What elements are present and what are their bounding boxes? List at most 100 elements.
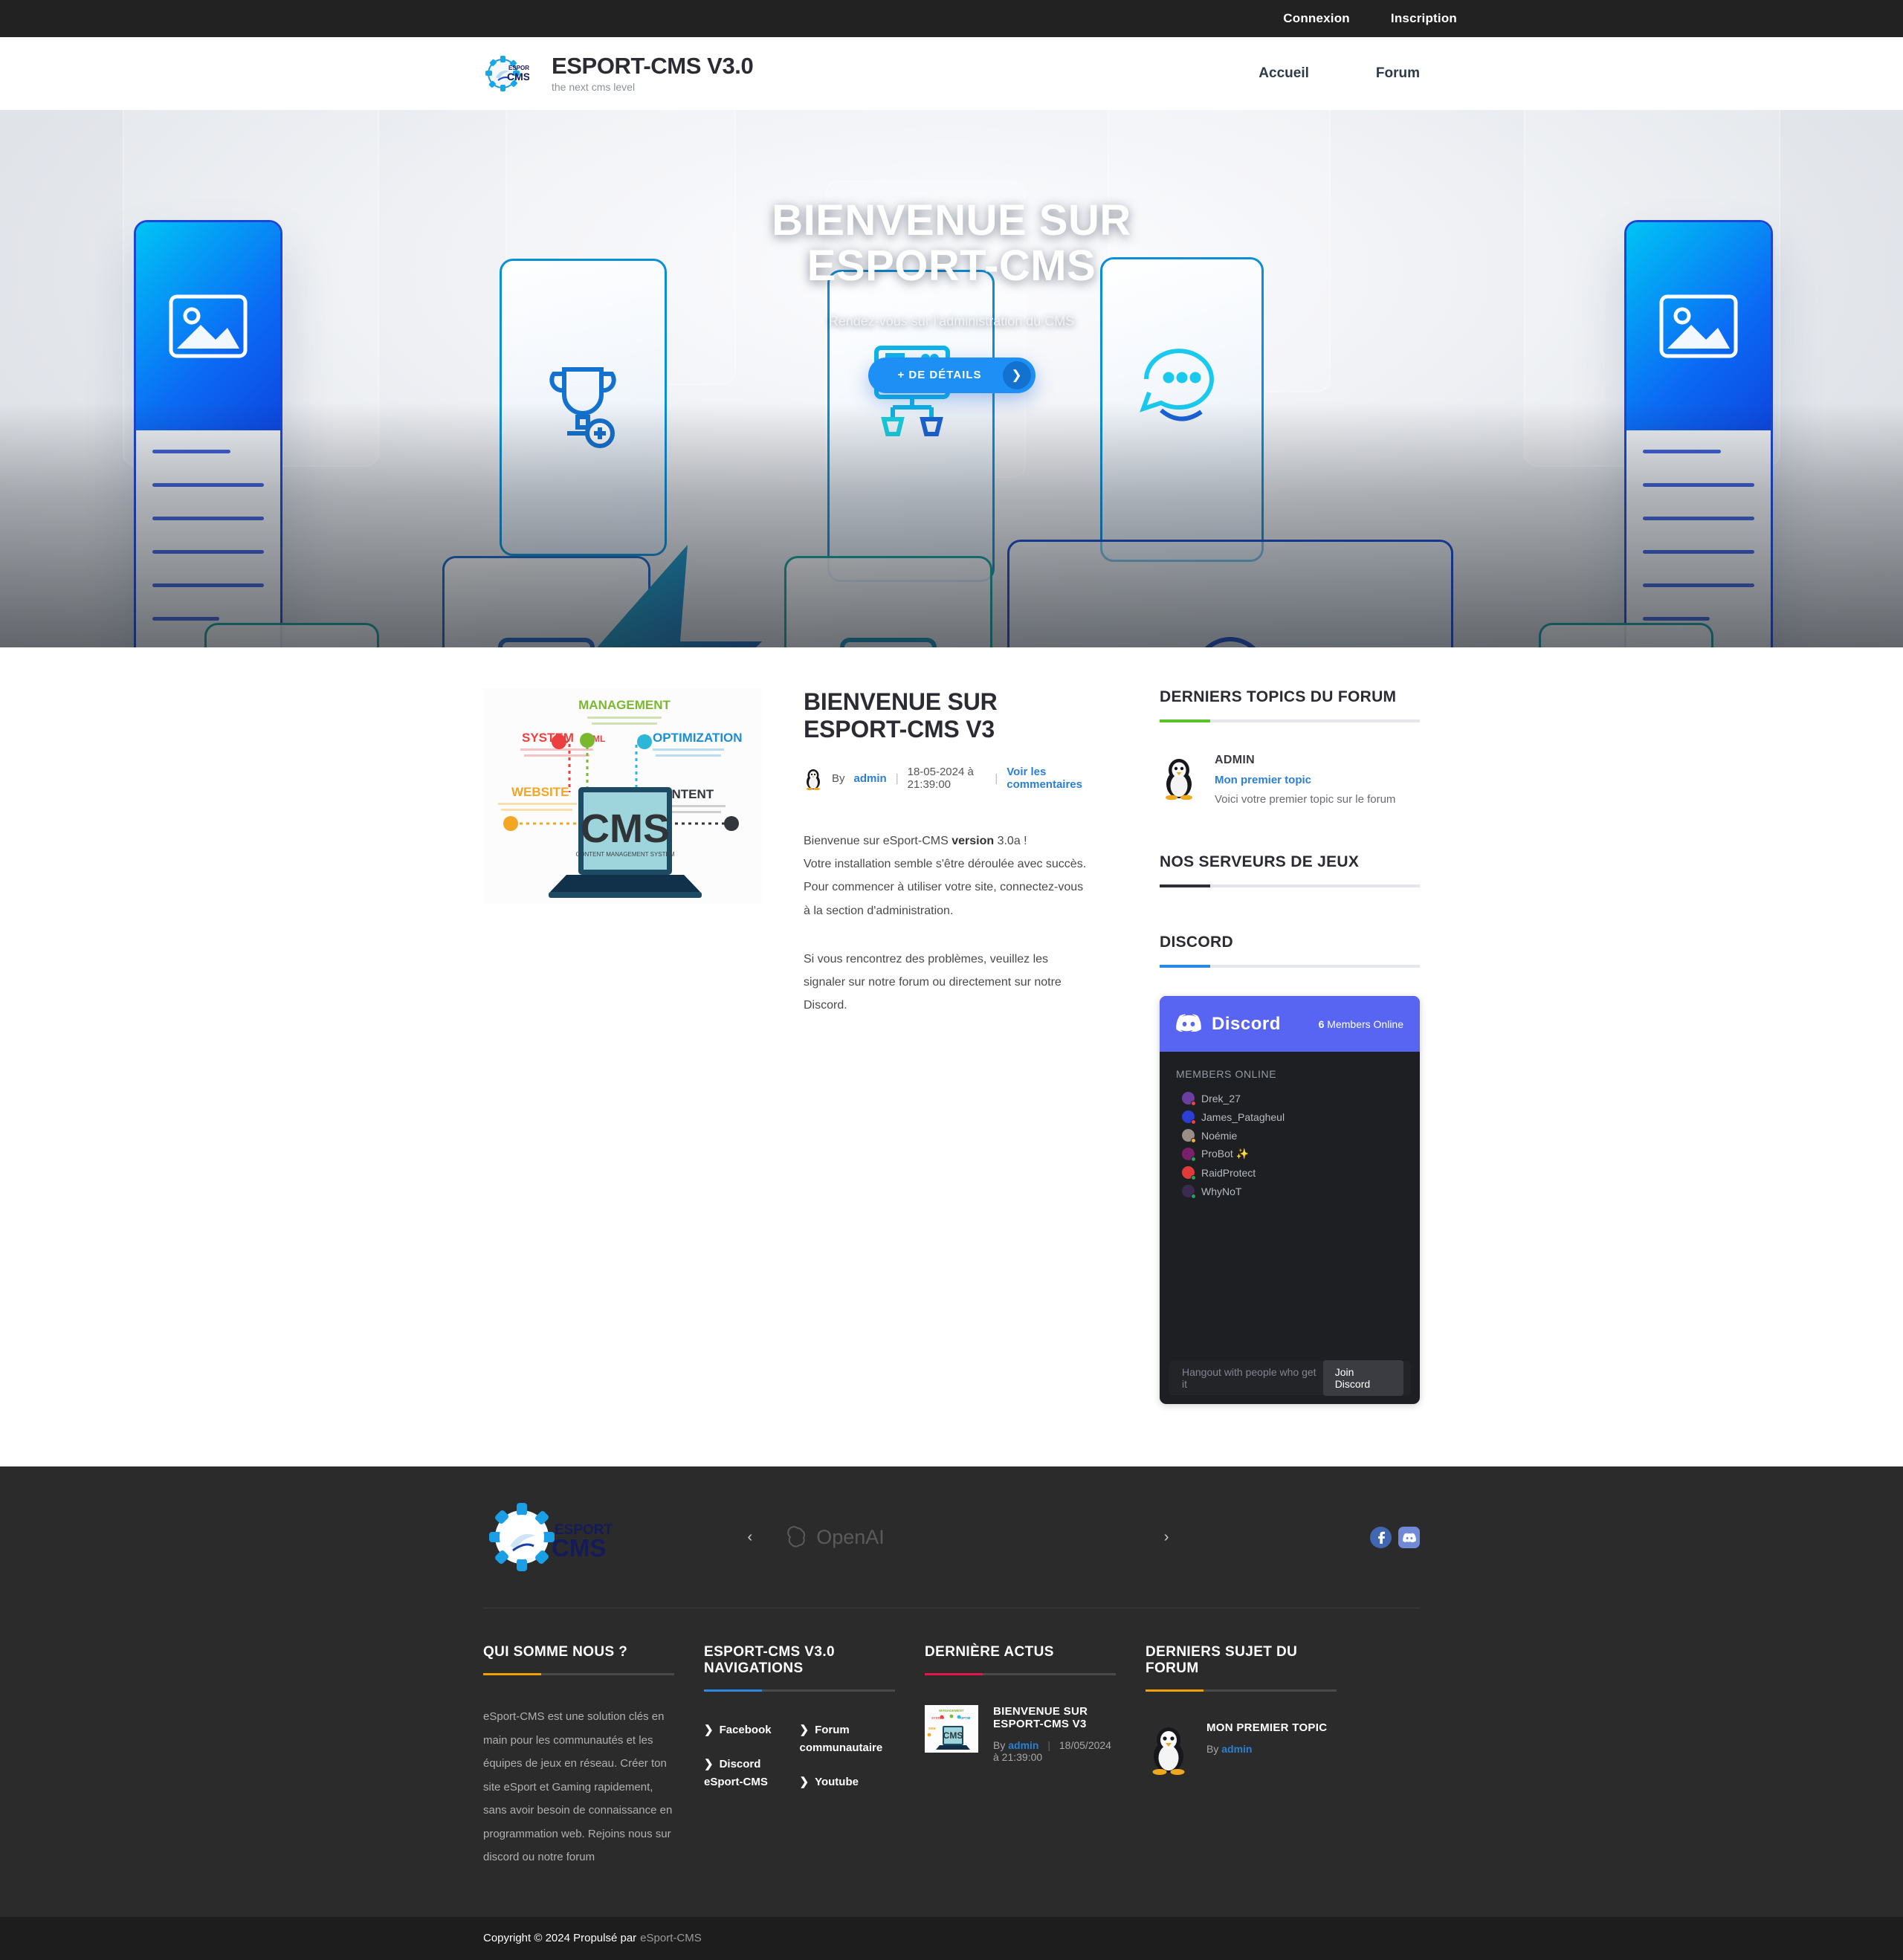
login-link[interactable]: Connexion (1283, 11, 1350, 26)
hero-details-button[interactable]: + DE DÉTAILS ❯ (868, 357, 1035, 393)
hero-details-label: + DE DÉTAILS (897, 369, 982, 382)
main-content: MANAGEMENT SYSTEM HTML OPTIMIZATION WEBS… (0, 647, 1903, 1466)
list-item[interactable]: RaidProtect (1176, 1163, 1403, 1182)
members-online-heading: MEMBERS ONLINE (1176, 1068, 1277, 1080)
topic-link[interactable]: Mon premier topic (1215, 774, 1395, 786)
brand[interactable]: ESPORT CMS ESPORT-CMS V3.0 the next cms … (483, 51, 754, 97)
discord-members-list: MEMBERS ONLINE Drek_27 James_Patagheul N… (1160, 1052, 1420, 1349)
by-label: By (832, 772, 845, 785)
discord-icon[interactable] (1398, 1526, 1420, 1548)
footer-link-label: Facebook (719, 1724, 772, 1736)
widget-game-servers: NOS SERVEURS DE JEUX (1160, 853, 1420, 923)
by-label: By (993, 1739, 1006, 1751)
member-name: James_Patagheul (1201, 1110, 1285, 1123)
hero-subtitle: Rendez-vous sur l'administration du CMS (828, 313, 1075, 329)
author-link[interactable]: admin (1008, 1739, 1038, 1751)
site-footer: ESPORT CMS ‹ OpenAI › QUI SOMME NOUS ? e… (0, 1466, 1903, 1917)
tagline: the next cms level (552, 81, 636, 94)
topic-author: ADMIN (1215, 754, 1255, 766)
footer-about-text: eSport-CMS est une solution clés en main… (483, 1710, 673, 1863)
list-item[interactable]: Drek_27 (1176, 1089, 1403, 1107)
footer-col-topics: DERNIERS SUJET DU FORUM MON PREMIER TOPI… (1146, 1644, 1366, 1869)
hero-carousel[interactable]: VS BIENVENUE SUR ESPORT-CMS Rendez-vous … (0, 110, 1903, 647)
sidebar: DERNIERS TOPICS DU FORUM ADMIN Mon premi… (1160, 688, 1420, 1414)
article-card: MANAGEMENT SYSTEM HTML OPTIMIZATION WEBS… (483, 688, 1089, 1017)
by-label: By (1206, 1743, 1219, 1755)
footer-link-forum[interactable]: ❯ Forum communautaire (800, 1721, 896, 1757)
news-column: MANAGEMENT SYSTEM HTML OPTIMIZATION WEBS… (483, 688, 1089, 1414)
discord-widget[interactable]: Discord 6 Members Online MEMBERS ONLINE … (1160, 996, 1420, 1404)
footer-link-facebook[interactable]: ❯ Facebook (704, 1721, 800, 1739)
copyright-link[interactable]: eSport-CMS (640, 1932, 702, 1944)
author-link[interactable]: admin (854, 772, 887, 785)
accent-bar-blue (1160, 965, 1210, 968)
topic-row[interactable]: ADMIN Mon premier topic Voici votre prem… (1160, 754, 1420, 806)
social-links (1370, 1526, 1420, 1548)
member-name: Noémie (1201, 1129, 1238, 1142)
chevron-right-icon: ❯ (704, 1724, 714, 1736)
list-item[interactable]: Noémie (1176, 1126, 1403, 1145)
article-p2: Votre installation semble s'être déroulé… (804, 858, 1087, 871)
member-avatar (1182, 1148, 1196, 1162)
footer-link-youtube[interactable]: ❯ Youtube (800, 1773, 896, 1791)
footer-link-discord[interactable]: ❯ Discord eSport-CMS (704, 1756, 800, 1791)
article-p3: Pour commencer à utiliser votre site, co… (804, 881, 1084, 917)
svg-text:MANAGEMENT: MANAGEMENT (939, 1709, 964, 1712)
article-body: Bienvenue sur eSport-CMS version 3.0a ! … (804, 829, 1089, 1017)
esport-cms-logo-icon: ESPORT CMS (483, 51, 533, 97)
hangout-text: Hangout with people who get it (1182, 1366, 1316, 1390)
footer-top: ESPORT CMS ‹ OpenAI › (483, 1466, 1420, 1608)
register-link[interactable]: Inscription (1391, 11, 1457, 26)
online-count-value: 6 (1318, 1018, 1325, 1030)
footer-link-label: Forum communautaire (799, 1724, 883, 1754)
label-optimization: OPTIMIZATION (653, 731, 743, 745)
widget-discord: DISCORD Discord 6 Members Online MEMBERS… (1160, 934, 1420, 1404)
widget-title-discord: DISCORD (1160, 934, 1233, 951)
footer-news-item[interactable]: MANAGEMENT SYSTEM OPTIM WEB CMS BIENVENU… (925, 1705, 1116, 1763)
footer-topics-title: DERNIERS SUJET DU FORUM (1146, 1644, 1298, 1676)
member-name: WhyNoT (1201, 1185, 1242, 1197)
news-post-title: BIENVENUE SUR ESPORT-CMS V3 (993, 1705, 1088, 1730)
online-count-label: Members Online (1327, 1018, 1403, 1030)
member-name: Drek_27 (1201, 1092, 1241, 1104)
partners-next-icon[interactable]: › (1164, 1529, 1169, 1546)
article-p1-c: 3.0a ! (994, 835, 1027, 847)
accent-bar-yellow (1146, 1689, 1203, 1692)
accent-bar-yellow (483, 1673, 541, 1675)
footer-logo-icon: ESPORT CMS (483, 1492, 613, 1582)
label-management: MANAGEMENT (578, 698, 671, 712)
member-name: RaidProtect (1201, 1166, 1256, 1179)
list-item[interactable]: ProBot ✨ (1176, 1145, 1403, 1163)
utility-bar: Connexion Inscription (0, 0, 1903, 37)
member-avatar (1182, 1110, 1196, 1125)
list-item[interactable]: WhyNoT (1176, 1182, 1403, 1200)
hero-title: BIENVENUE SUR ESPORT-CMS (772, 196, 1131, 291)
member-avatar (1182, 1185, 1196, 1199)
join-discord-button[interactable]: Join Discord (1322, 1360, 1403, 1396)
comments-link[interactable]: Voir les commentaires (1007, 766, 1089, 791)
chevron-right-icon: ❯ (799, 1776, 810, 1788)
label-website: WEBSITE (511, 785, 569, 799)
accent-bar-green (1160, 719, 1210, 722)
news-post-meta: By admin | 18/05/2024 à 21:39:00 (993, 1739, 1111, 1763)
penguin-avatar-icon (804, 766, 823, 791)
main-navigation: Accueil Forum (1192, 65, 1420, 82)
list-item[interactable]: James_Patagheul (1176, 1107, 1403, 1126)
facebook-icon[interactable] (1370, 1526, 1392, 1548)
article-p4: Si vous rencontrez des problèmes, veuill… (804, 952, 1062, 1012)
author-link[interactable]: admin (1221, 1743, 1252, 1755)
nav-item-accueil[interactable]: Accueil (1259, 65, 1309, 82)
footer-topic-item[interactable]: MON PREMIER TOPIC By admin (1146, 1721, 1337, 1775)
partners-carousel[interactable]: ‹ OpenAI › (546, 1526, 1370, 1549)
article-title: BIENVENUE SUR ESPORT-CMS V3 (804, 688, 998, 743)
widget-title-latest-topics: DERNIERS TOPICS DU FORUM (1160, 688, 1397, 705)
footer-columns: QUI SOMME NOUS ? eSport-CMS est une solu… (483, 1608, 1420, 1917)
article-date: 18-05-2024 à 21:39:00 (907, 766, 974, 791)
accent-bar-dark (1160, 884, 1210, 887)
article-thumbnail[interactable]: MANAGEMENT SYSTEM HTML OPTIMIZATION WEBS… (483, 688, 762, 904)
partners-prev-icon[interactable]: ‹ (748, 1529, 753, 1546)
partner-logo[interactable]: OpenAI (786, 1526, 885, 1549)
footer-news-title: DERNIÈRE ACTUS (925, 1644, 1054, 1660)
svg-text:WEB: WEB (928, 1727, 936, 1730)
nav-item-forum[interactable]: Forum (1376, 65, 1420, 82)
